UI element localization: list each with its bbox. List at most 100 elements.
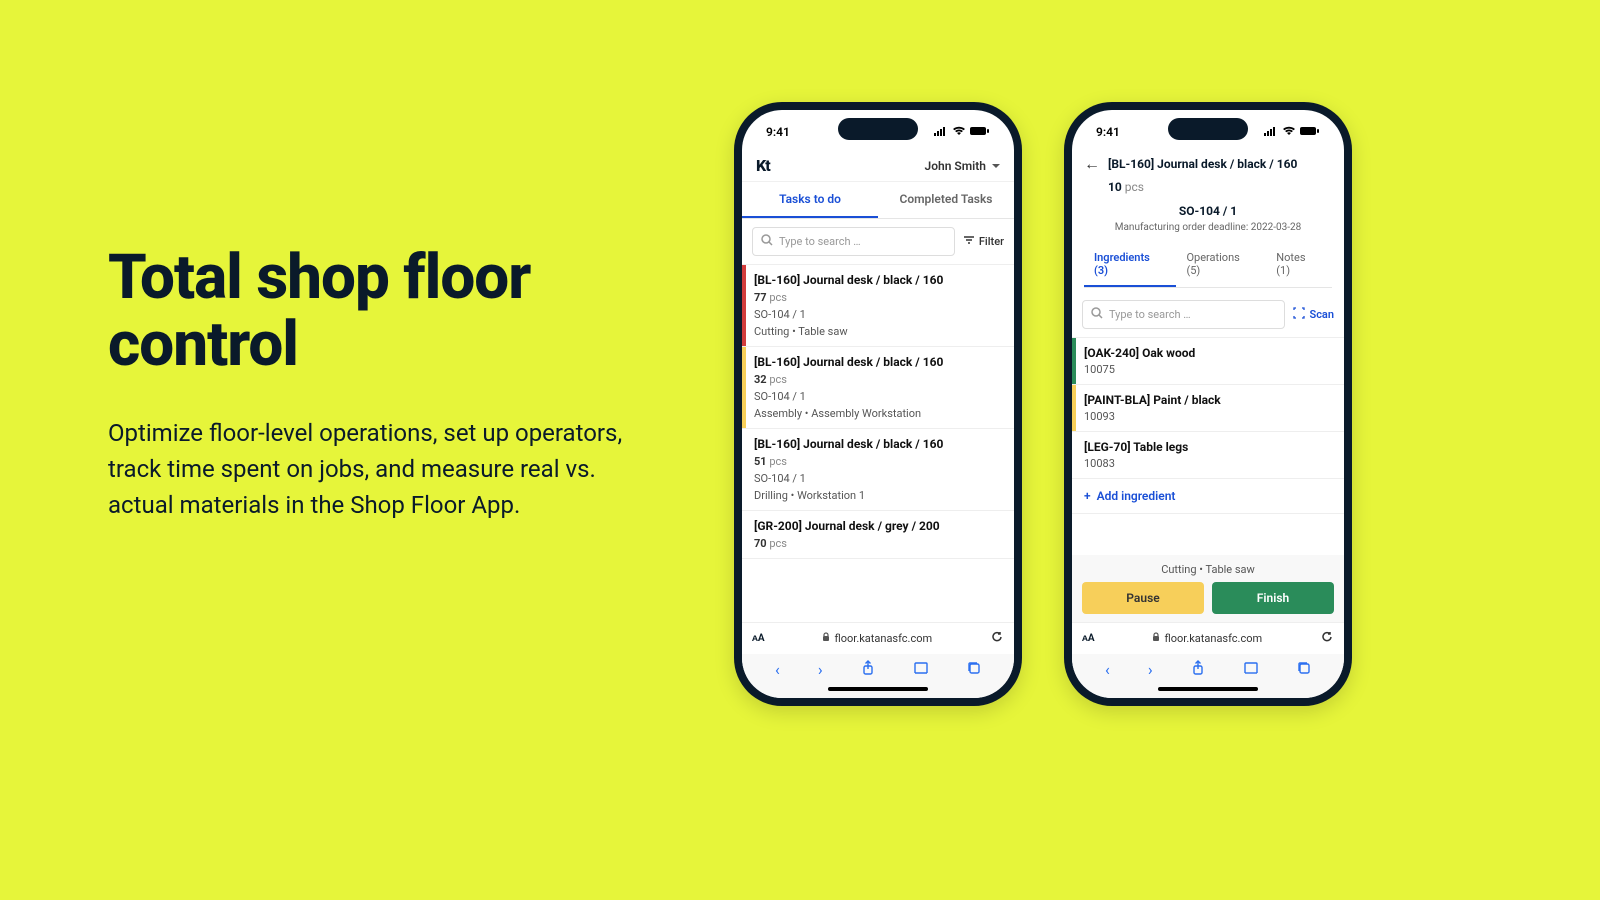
status-bar: 9:41 (742, 110, 1014, 146)
status-time: 9:41 (766, 125, 790, 139)
detail-deadline: Manufacturing order deadline: 2022-03-28 (1084, 222, 1332, 233)
task-qty: 32 pcs (754, 373, 1004, 386)
nav-back-icon[interactable]: ‹ (1105, 660, 1110, 680)
share-icon[interactable] (1191, 660, 1205, 680)
task-row[interactable]: [BL-160] Journal desk / black / 16051 pc… (742, 429, 1014, 511)
bookmarks-icon[interactable] (913, 660, 929, 680)
reload-button[interactable] (1320, 629, 1334, 648)
filter-label: Filter (979, 235, 1004, 248)
ingredient-row[interactable]: [PAINT-BLA] Paint / black 10093 (1072, 385, 1344, 432)
wifi-icon (1282, 125, 1296, 139)
subtab-ingredients[interactable]: Ingredients (3) (1084, 243, 1176, 287)
search-row: Type to search … Scan (1072, 292, 1344, 338)
status-stripe (742, 347, 746, 428)
status-stripe (742, 429, 746, 510)
subtab-operations[interactable]: Operations (5) (1176, 243, 1266, 287)
ingredient-name: [LEG-70] Table legs (1084, 440, 1334, 454)
search-input[interactable]: Type to search … (752, 227, 955, 256)
ingredient-code: 10093 (1084, 410, 1334, 423)
reload-button[interactable] (990, 629, 1004, 648)
user-name: John Smith (925, 159, 986, 173)
app-logo: Kt (756, 156, 770, 175)
nav-forward-icon[interactable]: › (1148, 660, 1153, 680)
subtab-notes[interactable]: Notes (1) (1266, 243, 1332, 287)
detail-header: ← [BL-160] Journal desk / black / 160 10… (1072, 146, 1344, 292)
subtabs: Ingredients (3) Operations (5) Notes (1) (1084, 243, 1332, 288)
current-operation: Cutting • Table saw (1072, 555, 1344, 582)
finish-button[interactable]: Finish (1212, 582, 1334, 614)
bookmarks-icon[interactable] (1243, 660, 1259, 680)
task-op: Cutting • Table saw (754, 325, 1004, 338)
filter-button[interactable]: Filter (963, 227, 1004, 256)
status-stripe (742, 511, 746, 558)
scan-icon (1293, 307, 1305, 322)
ingredient-list: [OAK-240] Oak wood 10075 [PAINT-BLA] Paint… (1072, 338, 1344, 479)
add-ingredient-button[interactable]: + Add ingredient (1072, 479, 1344, 514)
task-qty: 77 pcs (754, 291, 1004, 304)
user-menu[interactable]: John Smith (925, 159, 1000, 173)
status-time: 9:41 (1096, 125, 1120, 139)
text-size-button[interactable]: ᴀA (1082, 633, 1095, 644)
tabs-icon[interactable] (967, 660, 981, 680)
task-row[interactable]: [BL-160] Journal desk / black / 160 77 pc… (742, 265, 1014, 347)
status-stripe (742, 265, 746, 346)
search-input[interactable]: Type to search … (1082, 300, 1285, 329)
detail-title: [BL-160] Journal desk / black / 160 (1108, 157, 1332, 171)
task-qty: 51 pcs (754, 455, 1004, 468)
status-stripe (1072, 385, 1076, 431)
text-size-button[interactable]: ᴀA (752, 633, 765, 644)
task-row[interactable]: [BL-160] Journal desk / black / 16032 pc… (742, 347, 1014, 429)
search-placeholder: Type to search … (779, 235, 861, 248)
task-list: [BL-160] Journal desk / black / 160 77 pc… (742, 265, 1014, 622)
ingredient-code: 10075 (1084, 363, 1334, 376)
scan-button[interactable]: Scan (1293, 307, 1334, 322)
task-row[interactable]: [GR-200] Journal desk / grey / 200 70 pcs (742, 511, 1014, 559)
status-bar: 9:41 (1072, 110, 1344, 146)
ingredient-name: [PAINT-BLA] Paint / black (1084, 393, 1334, 407)
notch (838, 118, 918, 140)
detail-so: SO-104 / 1 (1084, 204, 1332, 218)
home-indicator (1072, 680, 1344, 698)
ingredient-row[interactable]: [LEG-70] Table legs10083 (1072, 432, 1344, 479)
browser-toolbar: ‹ › (742, 654, 1014, 680)
back-button[interactable]: ← (1084, 154, 1100, 174)
battery-icon (1300, 125, 1320, 139)
search-placeholder: Type to search … (1109, 308, 1191, 321)
task-title: [GR-200] Journal desk / grey / 200 (754, 519, 1004, 533)
task-op: Assembly • Assembly Workstation (754, 407, 1004, 420)
nav-back-icon[interactable]: ‹ (775, 660, 780, 680)
share-icon[interactable] (861, 660, 875, 680)
browser-toolbar: ‹ › (1072, 654, 1344, 680)
task-op: Drilling • Workstation 1 (754, 489, 1004, 502)
hero-block: Total shop floor control Optimize floor-… (108, 245, 648, 523)
detail-qty: 10 pcs (1108, 180, 1332, 194)
hero-body: Optimize floor-level operations, set up … (108, 415, 648, 523)
search-row: Type to search … Filter (742, 219, 1014, 265)
status-stripe (1072, 432, 1076, 478)
signal-icon (934, 125, 948, 139)
action-buttons: Pause Finish (1072, 582, 1344, 622)
search-icon (1091, 307, 1103, 322)
ingredient-name: [OAK-240] Oak wood (1084, 346, 1334, 360)
nav-forward-icon[interactable]: › (818, 660, 823, 680)
tab-completed[interactable]: Completed Tasks (878, 182, 1014, 218)
phone-frame-tasks: 9:41 Kt John Smith Tasks to (734, 102, 1022, 706)
tabs-icon[interactable] (1297, 660, 1311, 680)
plus-icon: + (1084, 489, 1091, 503)
tabs: Tasks to do Completed Tasks (742, 182, 1014, 219)
ingredient-row[interactable]: [OAK-240] Oak wood 10075 (1072, 338, 1344, 385)
task-so: SO-104 / 1 (754, 472, 1004, 485)
status-stripe (1072, 338, 1076, 384)
task-qty: 70 pcs (754, 537, 1004, 550)
lock-icon (822, 632, 830, 645)
app-header: Kt John Smith (742, 146, 1014, 182)
tab-tasks-todo[interactable]: Tasks to do (742, 182, 878, 218)
phone-frame-detail: 9:41 ← [BL-160] Journal desk / black / 1… (1064, 102, 1352, 706)
pause-button[interactable]: Pause (1082, 582, 1204, 614)
signal-icon (1264, 125, 1278, 139)
filter-icon (963, 235, 975, 248)
task-title: [BL-160] Journal desk / black / 160 (754, 273, 1004, 287)
home-indicator (742, 680, 1014, 698)
task-so: SO-104 / 1 (754, 390, 1004, 403)
battery-icon (970, 125, 990, 139)
